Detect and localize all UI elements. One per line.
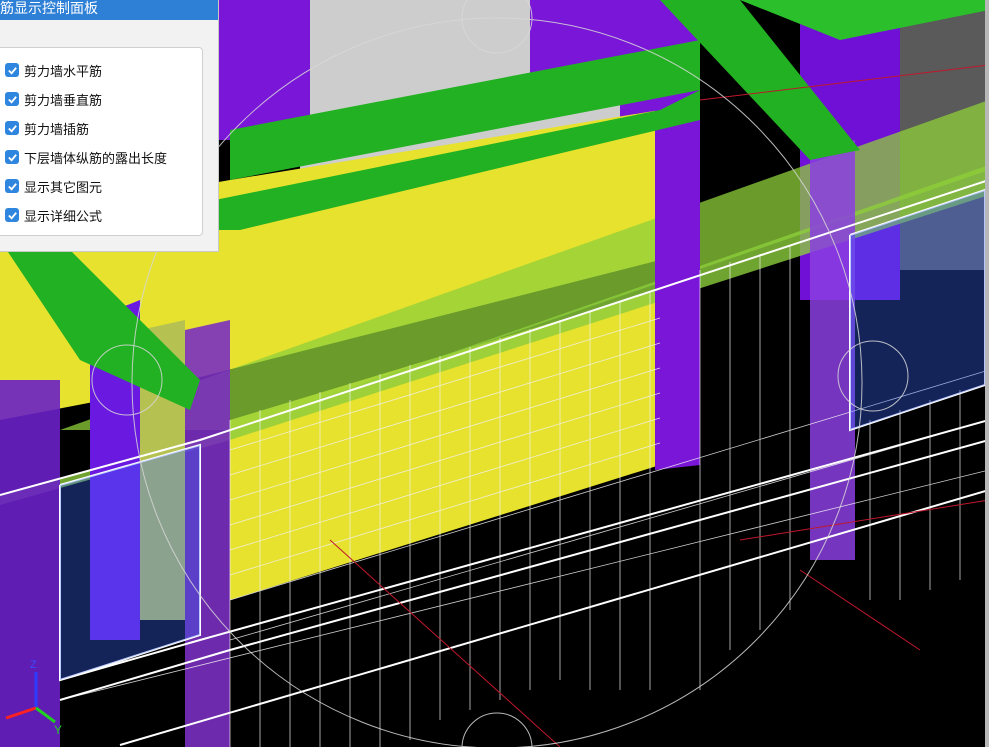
options-group: 剪力墙水平筋 剪力墙垂直筋 剪力墙插筋 下层墙体纵筋的露出长度 显示其它图元 显… <box>0 47 203 236</box>
option-lower-wall-rebar-exposed-length[interactable]: 下层墙体纵筋的露出长度 <box>5 147 167 167</box>
checkbox-checked-icon[interactable] <box>5 63 19 77</box>
option-label: 剪力墙插筋 <box>24 122 90 138</box>
option-shear-wall-vertical-rebar[interactable]: 剪力墙垂直筋 <box>5 89 102 109</box>
z-axis-label: Z <box>30 659 37 671</box>
checkbox-checked-icon[interactable] <box>5 121 19 135</box>
option-shear-wall-horizontal-rebar[interactable]: 剪力墙水平筋 <box>5 60 102 80</box>
option-show-detailed-formula[interactable]: 显示详细公式 <box>5 205 102 225</box>
checkbox-checked-icon[interactable] <box>5 92 19 106</box>
column-middle <box>655 100 700 470</box>
option-label: 剪力墙垂直筋 <box>24 93 103 109</box>
viewport-scrollbar[interactable] <box>985 0 989 747</box>
option-label: 显示其它图元 <box>24 180 103 196</box>
column-far-left <box>0 380 60 747</box>
rebar-display-control-panel: 钢筋显示控制面板 剪力墙水平筋 剪力墙垂直筋 剪力墙插筋 下层墙体纵筋的露出长度… <box>0 0 219 252</box>
panel-title-bar[interactable]: 钢筋显示控制面板 <box>0 0 218 20</box>
y-axis-label: Y <box>54 723 62 737</box>
option-show-other-elements[interactable]: 显示其它图元 <box>5 176 102 196</box>
checkbox-checked-icon[interactable] <box>5 150 19 164</box>
checkbox-checked-icon[interactable] <box>5 179 19 193</box>
option-label: 显示详细公式 <box>24 209 103 225</box>
option-shear-wall-dowel-rebar[interactable]: 剪力墙插筋 <box>5 118 89 138</box>
option-label: 剪力墙水平筋 <box>24 64 103 80</box>
column-right-front <box>810 140 855 560</box>
option-label: 下层墙体纵筋的露出长度 <box>24 151 168 167</box>
checkbox-checked-icon[interactable] <box>5 208 19 222</box>
panel-title: 钢筋显示控制面板 <box>0 1 98 17</box>
